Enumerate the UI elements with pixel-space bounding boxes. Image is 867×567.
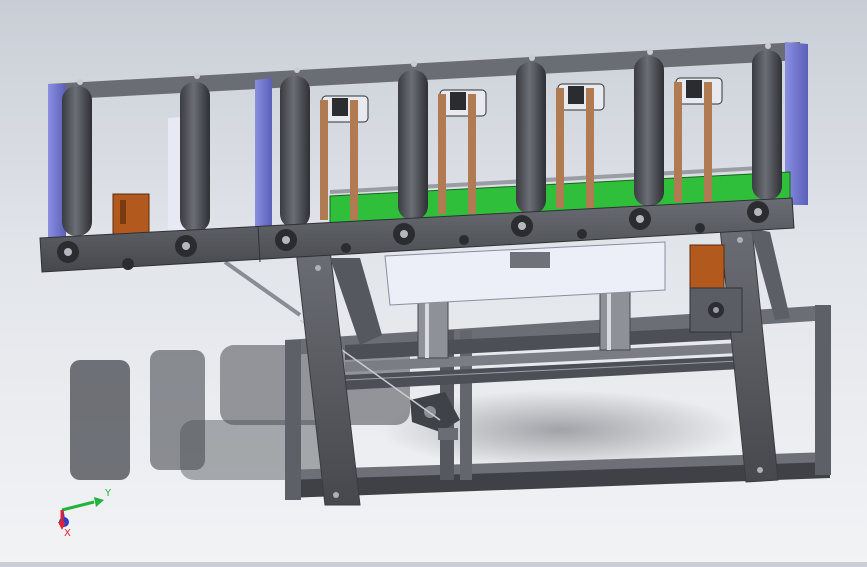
bearing-block: [275, 229, 297, 251]
y-axis-label: Y: [104, 488, 112, 499]
roller: [398, 70, 428, 220]
conveyor-motor[interactable]: [112, 193, 150, 235]
y-axis-arrowhead: [94, 497, 104, 507]
bearing-block: [57, 241, 79, 263]
assembly-model[interactable]: [0, 0, 867, 562]
roller: [516, 62, 546, 214]
bearing-block: [747, 201, 769, 223]
roller: [180, 82, 210, 232]
roller: [280, 76, 310, 228]
roller: [752, 50, 782, 200]
y-axis-arrow: [61, 500, 95, 512]
roller: [62, 86, 92, 236]
bearing-block: [175, 235, 197, 257]
roller: [634, 56, 664, 206]
x-axis-label: X: [64, 528, 71, 539]
bearing-block: [511, 215, 533, 237]
cad-viewport[interactable]: Y X: [0, 0, 867, 562]
bearing-block: [629, 208, 651, 230]
bearing-block: [393, 223, 415, 245]
coordinate-triad[interactable]: Y X: [48, 478, 118, 548]
